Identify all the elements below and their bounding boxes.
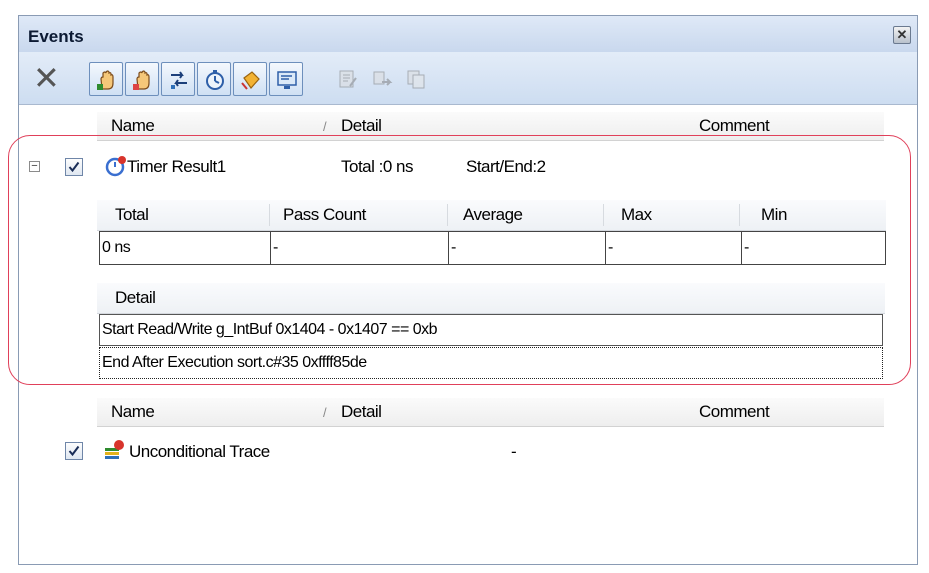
stats-header-pass-count: Pass Count — [283, 205, 366, 224]
detail-header-row: Detail — [97, 283, 885, 314]
stats-value-max: - — [606, 232, 742, 264]
close-icon[interactable]: ✕ — [893, 26, 911, 44]
column-header-row-2: Name / Detail Comment — [97, 398, 884, 427]
hardware-break-hand-icon[interactable] — [89, 62, 123, 96]
panel-titlebar: Events ✕ — [19, 16, 917, 52]
stats-value-total: 0 ns — [100, 232, 271, 264]
stats-values-row: 0 ns - - - - — [99, 231, 886, 265]
point-trace-icon[interactable] — [233, 62, 267, 96]
events-panel: Events ✕ ✕ Name / Detail Comment − Timer… — [18, 15, 918, 565]
detail-row-end-text: End After Execution sort.c#35 0xffff85de — [102, 354, 367, 371]
trace-event-name[interactable]: Unconditional Trace — [129, 442, 270, 462]
stats-header-row: Total Pass Count Average Max Min — [97, 200, 886, 231]
panel-title: Events — [28, 27, 84, 46]
stats-header-total: Total — [115, 205, 149, 224]
delete-x-icon[interactable]: ✕ — [33, 62, 60, 94]
stats-value-average: - — [449, 232, 606, 264]
move-icon[interactable] — [365, 62, 399, 96]
toolbar: ✕ — [19, 52, 917, 105]
trace-event-icon — [105, 440, 124, 459]
timer-event-startend: Start/End:2 — [466, 157, 546, 176]
detail-header-label: Detail — [115, 288, 156, 307]
timer-icon[interactable] — [197, 62, 231, 96]
software-break-hand-icon[interactable] — [125, 62, 159, 96]
trace-icon[interactable] — [161, 62, 195, 96]
stats-header-max: Max — [621, 205, 652, 224]
timer-event-icon — [105, 156, 126, 177]
column-header-detail-2[interactable]: Detail — [341, 402, 382, 422]
column-header-comment-2[interactable]: Comment — [699, 402, 770, 422]
trace-event-detail: - — [511, 442, 517, 461]
sort-indicator-icon-2: / — [323, 405, 327, 420]
column-header-comment[interactable]: Comment — [699, 116, 770, 136]
collapse-icon[interactable]: − — [29, 161, 40, 172]
stats-value-min: - — [744, 239, 749, 256]
column-header-row: Name / Detail Comment — [97, 112, 884, 141]
timer-event-total: Total :0 ns — [341, 157, 414, 176]
stats-value-pass-count: - — [271, 232, 449, 264]
copy-icon[interactable] — [399, 62, 433, 96]
edit-icon[interactable] — [331, 62, 365, 96]
sort-indicator-icon: / — [323, 119, 327, 134]
detail-row-start[interactable]: Start Read/Write g_IntBuf 0x1404 - 0x140… — [99, 314, 883, 346]
timer-event-name[interactable]: Timer Result1 — [127, 157, 226, 177]
events-list: Name / Detail Comment − Timer Result1 To… — [19, 105, 917, 564]
performance-icon[interactable] — [269, 62, 303, 96]
stats-header-average: Average — [463, 205, 523, 224]
stats-header-min: Min — [761, 205, 787, 224]
detail-row-start-text: Start Read/Write g_IntBuf 0x1404 - 0x140… — [102, 321, 438, 338]
column-header-name[interactable]: Name — [111, 116, 155, 136]
trace-event-checkbox[interactable] — [65, 442, 83, 460]
column-header-name-2[interactable]: Name — [111, 402, 155, 422]
detail-row-end[interactable]: End After Execution sort.c#35 0xffff85de — [99, 347, 883, 379]
column-header-detail[interactable]: Detail — [341, 116, 382, 136]
timer-event-checkbox[interactable] — [65, 158, 83, 176]
